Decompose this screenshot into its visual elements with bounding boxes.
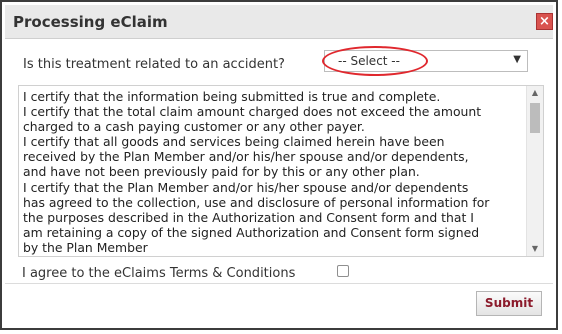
submit-button[interactable]: Submit — [476, 291, 542, 316]
footer-divider — [5, 283, 553, 284]
accident-select[interactable]: -- Select -- ▼ — [324, 50, 528, 72]
dropdown-arrow-icon: ▼ — [513, 54, 521, 65]
dialog-titlebar: Processing eClaim × — [5, 5, 553, 39]
close-icon[interactable]: × — [536, 13, 553, 30]
terms-line: has agreed to the collection, use and di… — [23, 194, 490, 210]
terms-line: I certify that the Plan Member and/or hi… — [23, 179, 469, 195]
scroll-down-icon[interactable]: ▼ — [527, 242, 543, 256]
eclaim-dialog: Processing eClaim × Is this treatment re… — [0, 0, 558, 330]
scroll-thumb[interactable] — [530, 103, 540, 133]
terms-line: charged to a cash paying customer or any… — [23, 119, 365, 135]
agree-label: I agree to the eClaims Terms & Condition… — [22, 266, 296, 281]
terms-line: am retaining a copy of the signed Author… — [23, 224, 480, 240]
accident-select-value: -- Select -- — [338, 54, 400, 68]
terms-line: I certify that the total claim amount ch… — [23, 104, 482, 120]
dialog-title: Processing eClaim — [13, 13, 168, 31]
terms-line: I certify that the information being sub… — [23, 89, 441, 104]
terms-line: I certify that all goods and services be… — [23, 134, 445, 150]
agree-checkbox[interactable] — [337, 265, 349, 277]
terms-text: I certify that the information being sub… — [23, 89, 523, 255]
terms-textarea[interactable]: I certify that the information being sub… — [18, 85, 544, 257]
terms-line: the purposes described in the Authorizat… — [23, 209, 474, 225]
terms-scrollbar[interactable]: ▲ ▼ — [526, 86, 543, 256]
terms-line: by the Plan Member — [23, 239, 148, 255]
terms-line: received by the Plan Member and/or his/h… — [23, 149, 469, 165]
accident-question: Is this treatment related to an accident… — [23, 57, 285, 72]
scroll-up-icon[interactable]: ▲ — [527, 86, 543, 100]
terms-line: and have not been previously paid for by… — [23, 164, 420, 180]
